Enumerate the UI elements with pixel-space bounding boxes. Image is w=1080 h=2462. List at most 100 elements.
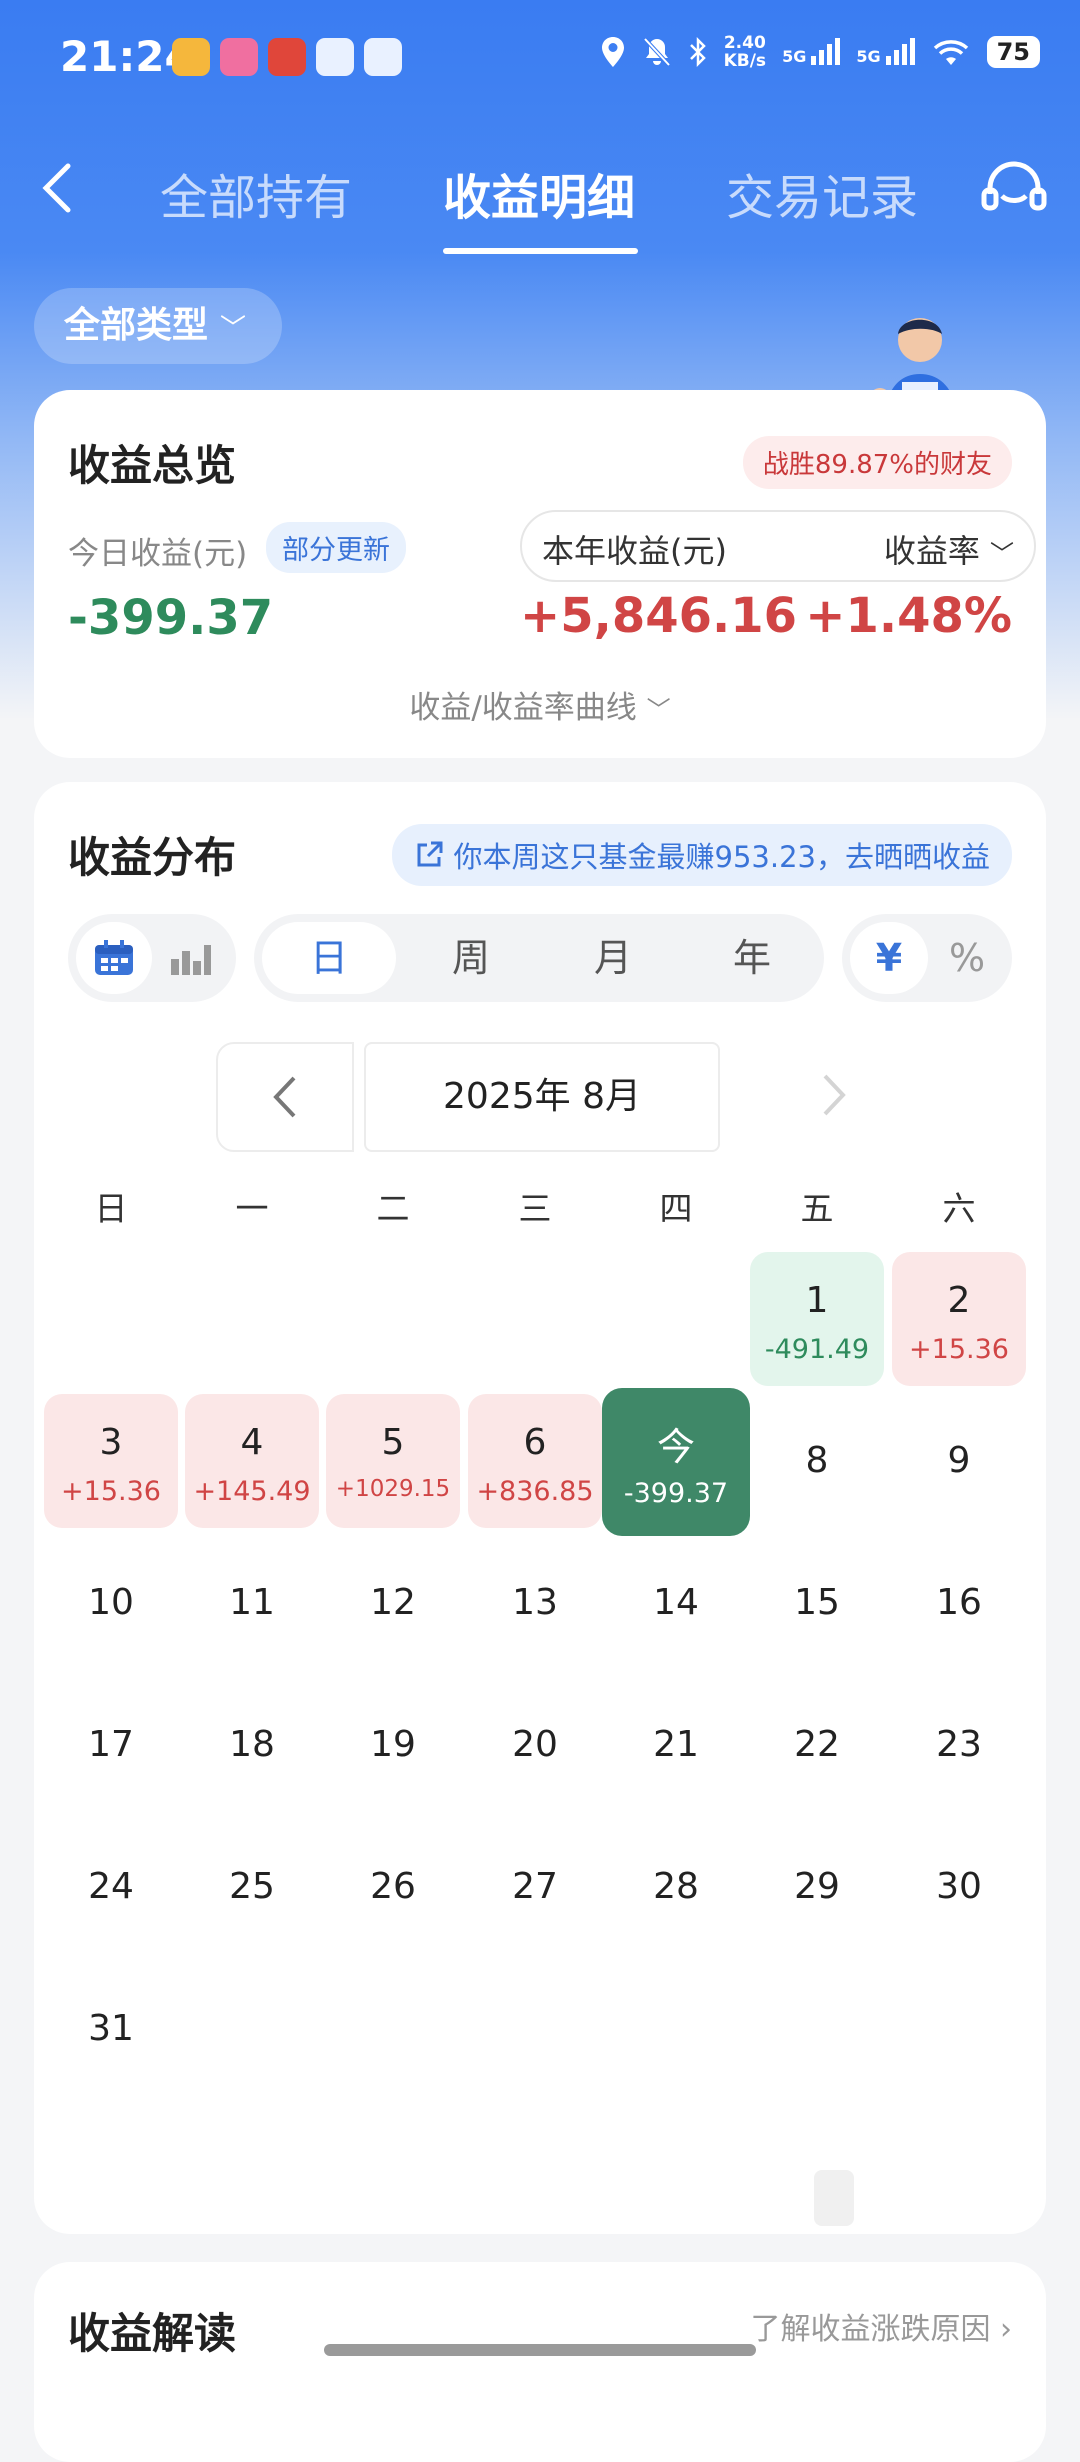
- day-number: 4: [240, 1422, 264, 1463]
- status-indicators: 2.40 KB/s 5G 5G 75: [600, 34, 1040, 70]
- period-week[interactable]: 周: [404, 922, 538, 994]
- period-year[interactable]: 年: [688, 922, 816, 994]
- calendar-day[interactable]: 8: [750, 1394, 884, 1528]
- year-profit-selector[interactable]: 本年收益(元) 收益率 ﹀: [520, 510, 1036, 582]
- day-profit-value: +15.36: [61, 1476, 161, 1507]
- calendar-day[interactable]: 23: [892, 1678, 1026, 1812]
- calendar-day[interactable]: 12: [326, 1536, 460, 1670]
- calendar-day[interactable]: 4 +145.49: [185, 1394, 319, 1528]
- calendar-day[interactable]: 3 +15.36: [44, 1394, 178, 1528]
- network-speed: 2.40 KB/s: [724, 34, 766, 70]
- calendar-day-today[interactable]: 今 -399.37: [602, 1388, 750, 1536]
- calendar-day[interactable]: 28: [609, 1820, 743, 1954]
- percent-unit-button[interactable]: %: [928, 922, 1006, 994]
- period-day[interactable]: 日: [262, 922, 396, 994]
- location-icon: [601, 37, 624, 67]
- calendar-day[interactable]: 21: [609, 1678, 743, 1812]
- overview-title: 收益总览: [68, 441, 237, 490]
- share-promo-text: 你本周这只基金最赚953.23，去晒晒收益: [453, 840, 990, 874]
- day-number: 3: [99, 1422, 123, 1463]
- next-month-button[interactable]: [774, 1042, 894, 1148]
- weekday-header: 二: [376, 1189, 410, 1228]
- notification-icons: [172, 38, 402, 76]
- calendar-day[interactable]: 11: [185, 1536, 319, 1670]
- home-indicator[interactable]: [324, 2344, 756, 2356]
- day-number: 23: [936, 1724, 982, 1765]
- calendar-day[interactable]: 2 +15.36: [892, 1252, 1026, 1386]
- profit-curve-toggle[interactable]: 收益/收益率曲线 ﹀: [34, 682, 1046, 727]
- calendar-day[interactable]: 1 -491.49: [750, 1252, 884, 1386]
- calendar-day[interactable]: 25: [185, 1820, 319, 1954]
- distribution-title: 收益分布: [68, 833, 237, 882]
- rate-dropdown[interactable]: 收益率 ﹀: [884, 526, 1014, 572]
- day-number: 5: [381, 1422, 405, 1463]
- calendar-day[interactable]: 20: [468, 1678, 602, 1812]
- network-speed-value: 2.40: [723, 33, 766, 53]
- network-speed-unit: KB/s: [723, 51, 767, 71]
- type-filter-label: 全部类型: [64, 305, 209, 346]
- interpretation-link-text: 了解收益涨跌原因: [750, 2312, 991, 2347]
- period-month[interactable]: 月: [546, 922, 680, 994]
- calendar-day[interactable]: 13: [468, 1536, 602, 1670]
- top-nav: 全部持有 收益明细 交易记录: [0, 130, 1080, 260]
- calendar-day[interactable]: 27: [468, 1820, 602, 1954]
- tab-transactions[interactable]: 交易记录: [726, 158, 918, 228]
- day-number: 31: [88, 2008, 134, 2049]
- interpretation-title: 收益解读: [68, 2309, 237, 2358]
- weekday-header: 五: [800, 1189, 834, 1228]
- calendar-day[interactable]: 10: [44, 1536, 178, 1670]
- alipay-icon-2: [364, 38, 402, 76]
- calendar-day[interactable]: 29: [750, 1820, 884, 1954]
- signal-1: 5G: [782, 38, 841, 66]
- share-promo-banner[interactable]: 你本周这只基金最赚953.23，去晒晒收益: [391, 824, 1012, 886]
- day-number: 30: [936, 1866, 982, 1907]
- day-number: 16: [936, 1582, 982, 1623]
- calendar-view-button[interactable]: [76, 922, 152, 994]
- mute-icon: [643, 37, 671, 67]
- calendar-day[interactable]: 5 +1029.15: [326, 1394, 460, 1528]
- day-number: 21: [653, 1724, 699, 1765]
- tab-all-holdings[interactable]: 全部持有: [160, 158, 352, 228]
- tab-profit-detail[interactable]: 收益明细: [443, 158, 635, 228]
- day-number: 22: [794, 1724, 840, 1765]
- partial-update-badge[interactable]: 部分更新: [266, 522, 406, 573]
- calendar-day[interactable]: 30: [892, 1820, 1026, 1954]
- bar-chart-view-button[interactable]: [152, 922, 228, 994]
- chevron-left-icon: [273, 1076, 296, 1118]
- chevron-right-icon: [823, 1074, 846, 1116]
- customer-service-button[interactable]: [978, 154, 1050, 226]
- year-profit-label: 本年收益(元): [542, 532, 727, 570]
- chevron-down-icon: ﹀: [646, 696, 671, 724]
- day-profit-value: -491.49: [764, 1334, 870, 1365]
- day-profit-value: +836.85: [476, 1476, 594, 1507]
- calendar-day[interactable]: 26: [326, 1820, 460, 1954]
- calendar-day[interactable]: 18: [185, 1678, 319, 1812]
- alipay-icon: [316, 38, 354, 76]
- beat-badge[interactable]: 战胜89.87%的财友: [742, 436, 1012, 489]
- calendar-day[interactable]: 14: [609, 1536, 743, 1670]
- calendar-day[interactable]: 19: [326, 1678, 460, 1812]
- calendar-day[interactable]: 9: [892, 1394, 1026, 1528]
- calendar-day[interactable]: 16: [892, 1536, 1026, 1670]
- calendar-day[interactable]: 15: [750, 1536, 884, 1670]
- day-number: 25: [229, 1866, 275, 1907]
- calendar-day[interactable]: 6 +836.85: [468, 1394, 602, 1528]
- back-button[interactable]: [30, 158, 90, 218]
- calendar-day[interactable]: 24: [44, 1820, 178, 1954]
- interpretation-link[interactable]: 了解收益涨跌原因 ›: [750, 2304, 1012, 2348]
- type-filter-dropdown[interactable]: 全部类型 ﹀: [34, 288, 283, 364]
- day-number: 12: [370, 1582, 416, 1623]
- today-profit-label: 今日收益(元): [68, 536, 248, 572]
- calendar-day[interactable]: 22: [750, 1678, 884, 1812]
- day-number: 今: [656, 1425, 695, 1469]
- prev-month-button[interactable]: [216, 1042, 354, 1152]
- today-profit-value: -399.37: [68, 590, 274, 646]
- calendar-day[interactable]: 17: [44, 1678, 178, 1812]
- day-number: 11: [229, 1582, 275, 1623]
- day-number: 8: [805, 1440, 829, 1481]
- day-number: 6: [523, 1422, 547, 1463]
- day-number: 9: [947, 1440, 971, 1481]
- calendar-day[interactable]: 31: [44, 1962, 178, 2096]
- month-label[interactable]: 2025年 8月: [364, 1042, 720, 1152]
- currency-unit-button[interactable]: ¥: [850, 922, 928, 994]
